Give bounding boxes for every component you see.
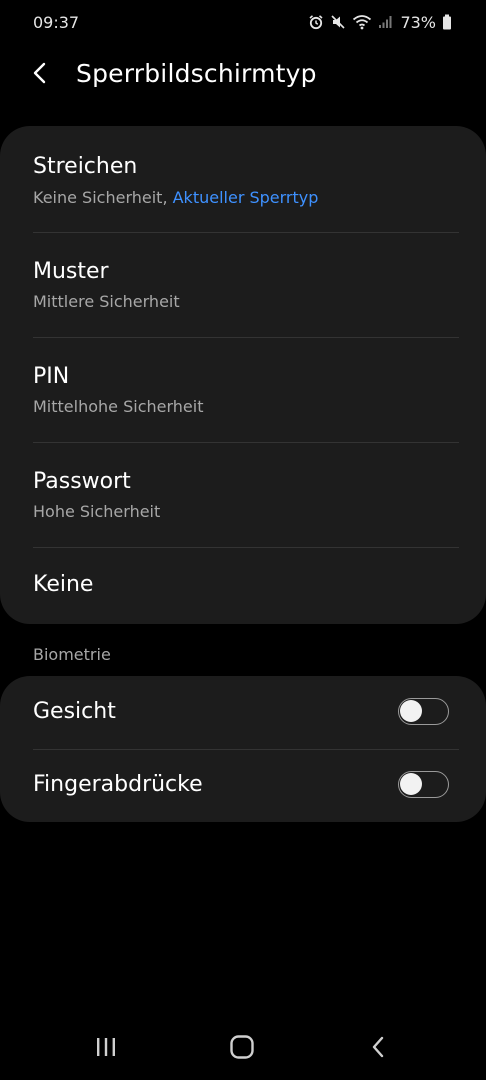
page-title: Sperrbildschirmtyp [76,59,317,88]
wifi-icon [352,14,372,30]
face-toggle[interactable] [398,698,449,725]
recent-apps-icon [94,1035,118,1063]
lock-option-title: PIN [33,364,70,389]
lock-option-subtitle: Hohe Sicherheit [33,502,161,521]
home-icon [229,1034,255,1064]
battery-icon [442,14,452,30]
home-button[interactable] [222,1034,262,1064]
lock-option-title: Passwort [33,469,131,494]
nav-back-button[interactable] [358,1034,398,1064]
lock-option-subtitle: Mittlere Sicherheit [33,292,180,311]
lock-option-pin[interactable]: PIN Mittelhohe Sicherheit [0,338,486,443]
alarm-icon [308,14,324,30]
biometric-label: Fingerabdrücke [33,772,203,797]
lock-option-title: Muster [33,259,109,284]
biometrics-list: Gesicht Fingerabdrücke [0,676,486,822]
lock-option-subtitle: Keine Sicherheit, Aktueller Sperrtyp [33,188,318,207]
navigation-bar [0,1020,486,1080]
back-button[interactable] [20,50,80,100]
back-icon [370,1035,386,1063]
toggle-knob [400,700,422,722]
back-arrow-icon [32,61,48,89]
lock-option-title: Keine [33,572,94,597]
lock-option-swipe[interactable]: Streichen Keine Sicherheit, Aktueller Sp… [0,126,486,231]
fingerprint-toggle[interactable] [398,771,449,798]
biometrics-section-label: Biometrie [33,645,111,664]
toggle-knob [400,773,422,795]
biometric-face[interactable]: Gesicht [0,676,486,749]
lock-option-password[interactable]: Passwort Hohe Sicherheit [0,443,486,548]
biometric-fingerprint[interactable]: Fingerabdrücke [0,750,486,823]
status-bar: 09:37 73% [0,0,486,44]
lock-type-list: Streichen Keine Sicherheit, Aktueller Sp… [0,126,486,624]
security-level-text: Keine Sicherheit, [33,188,173,207]
recent-apps-button[interactable] [86,1034,126,1064]
mute-icon [330,14,346,30]
current-lock-type-label: Aktueller Sperrtyp [172,188,319,207]
lock-option-title: Streichen [33,154,138,179]
app-header: Sperrbildschirmtyp [0,50,486,100]
lock-option-pattern[interactable]: Muster Mittlere Sicherheit [0,233,486,338]
status-icons: 73% [308,13,452,32]
lock-option-none[interactable]: Keine [0,548,486,624]
battery-percentage: 73% [400,12,436,32]
status-time: 09:37 [33,12,80,32]
signal-icon [378,15,392,29]
screen: 09:37 73% Sperrbildschirmtyp Streichen K… [0,0,486,1080]
lock-option-subtitle: Mittelhohe Sicherheit [33,397,204,416]
biometric-label: Gesicht [33,699,116,724]
